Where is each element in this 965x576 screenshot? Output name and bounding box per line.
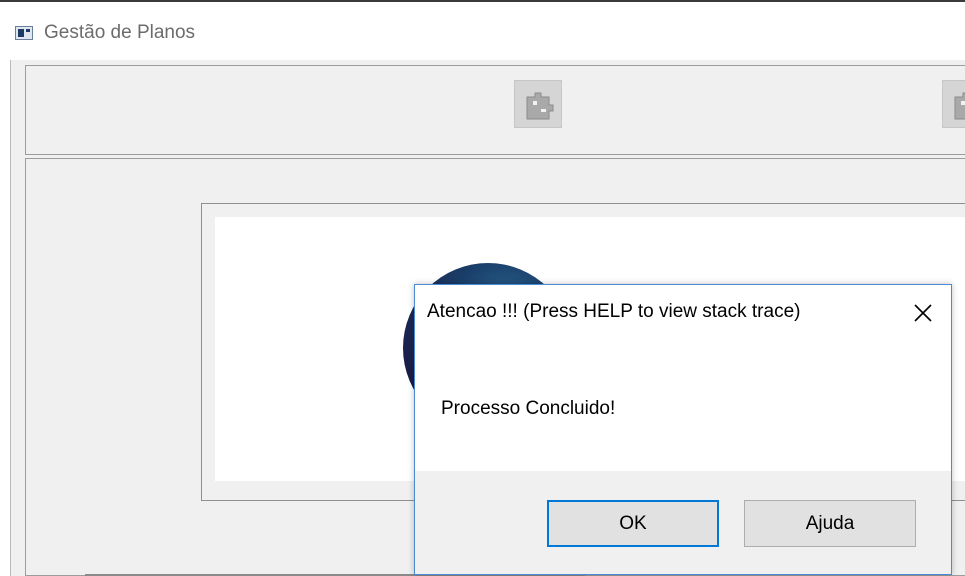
message-dialog: Atencao !!! (Press HELP to view stack tr… <box>414 284 952 575</box>
dialog-title: Atencao !!! (Press HELP to view stack tr… <box>427 301 801 322</box>
dialog-button-bar: OK Ajuda <box>415 471 951 574</box>
help-button[interactable]: Ajuda <box>744 500 916 547</box>
app-icon <box>15 26 33 40</box>
puzzle-icon <box>954 92 965 120</box>
ok-button[interactable]: OK <box>547 500 719 547</box>
window-titlebar[interactable]: Gestão de Planos <box>0 2 965 58</box>
toolbar-button-2[interactable] <box>942 80 965 128</box>
toolbar-button-1[interactable] <box>514 80 562 128</box>
dialog-message: Processo Concluido! <box>441 398 616 419</box>
window-title: Gestão de Planos <box>44 22 196 43</box>
close-icon <box>914 304 932 322</box>
toolbar <box>25 65 965 155</box>
puzzle-icon <box>526 92 554 120</box>
dialog-close-button[interactable] <box>905 295 941 331</box>
